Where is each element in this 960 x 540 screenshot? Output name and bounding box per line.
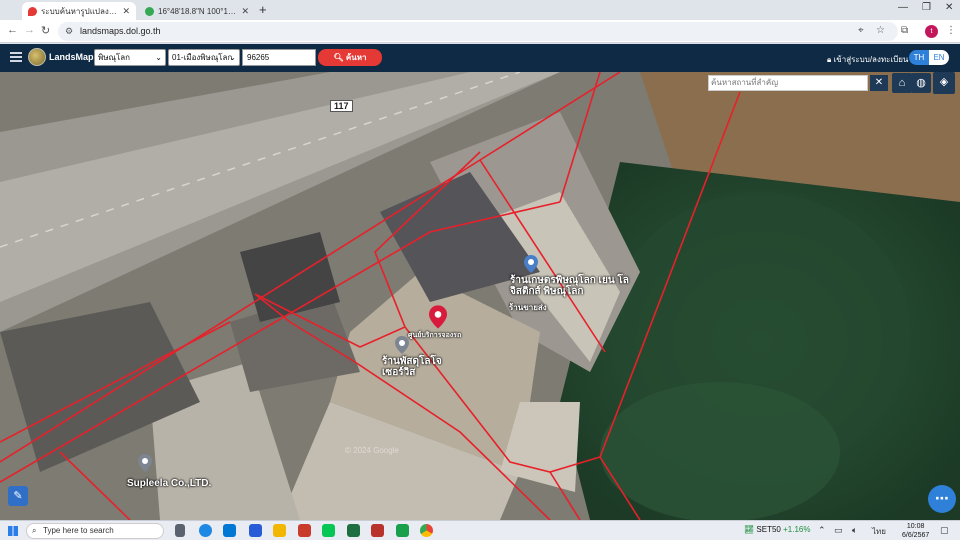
taskbar-search-placeholder: Type here to search bbox=[43, 526, 114, 535]
input-language[interactable]: ไทย bbox=[872, 525, 886, 538]
back-icon[interactable]: ← bbox=[7, 24, 18, 36]
store-icon[interactable] bbox=[223, 524, 236, 537]
map-pin-favicon-icon bbox=[28, 6, 37, 16]
clock-time: 10:08 bbox=[906, 523, 925, 530]
stock-name: SET50 bbox=[756, 525, 781, 534]
login-link[interactable]: 🔒︎ เข้าสู่ระบบ/ลงทะเบียน bbox=[827, 53, 908, 66]
lang-th-button[interactable]: TH bbox=[909, 50, 929, 65]
media-icon[interactable] bbox=[298, 524, 311, 537]
poi-label-parcel-service[interactable]: ร้านพัสดุโลโจเซอร์วิส bbox=[382, 356, 452, 378]
chevron-down-icon: ⌄ bbox=[229, 53, 236, 62]
login-label: เข้าสู่ระบบ/ลงทะเบียน bbox=[833, 55, 909, 64]
chrome-icon[interactable] bbox=[420, 524, 433, 537]
os-taskbar: ⌕ Type here to search 📈︎ SET50 +1.16% ⌃ … bbox=[0, 520, 960, 540]
hamburger-menu-icon[interactable] bbox=[10, 52, 22, 62]
search-icon: ⌕ bbox=[32, 526, 37, 535]
district-select[interactable]: 01-เมืองพิษณุโลก ⌄ bbox=[168, 49, 240, 66]
taskbar-search-input[interactable]: ⌕ Type here to search bbox=[26, 523, 164, 539]
pdf-reader-icon[interactable] bbox=[371, 524, 384, 537]
home-icon[interactable]: ⌂ bbox=[892, 73, 912, 93]
edge-icon[interactable] bbox=[199, 524, 212, 537]
mail-icon[interactable] bbox=[249, 524, 262, 537]
globe-icon[interactable]: ◍ bbox=[911, 73, 931, 93]
maximize-icon[interactable]: ❐ bbox=[922, 2, 931, 13]
tab-landsmaps[interactable]: ระบบค้นหารูปแปลงที่ดิน (LandsMaps) ✕ bbox=[22, 2, 136, 20]
system-clock[interactable]: 10:08 6/6/2567 bbox=[902, 522, 929, 540]
stock-widget[interactable]: 📈︎ SET50 +1.16% bbox=[744, 525, 810, 534]
poi-label-supleela[interactable]: Supleela Co.,LTD. bbox=[127, 478, 211, 489]
clock-date: 6/6/2567 bbox=[902, 532, 930, 539]
lang-en-button[interactable]: EN bbox=[929, 50, 949, 65]
shop-pin-icon[interactable] bbox=[524, 255, 538, 273]
stock-change: +1.16% bbox=[783, 525, 811, 534]
network-icon[interactable]: ▭ bbox=[834, 525, 843, 536]
province-select[interactable]: พิษณุโลก ⌄ bbox=[94, 49, 166, 66]
tab-google-maps[interactable]: 16°48'18.8"N 100°13'13.9"E - Google Maps… bbox=[139, 2, 255, 20]
bookmark-star-icon[interactable]: ☆ bbox=[876, 25, 885, 36]
close-window-icon[interactable]: ✕ bbox=[945, 2, 953, 13]
volume-icon[interactable]: 🔈︎ bbox=[852, 525, 857, 536]
search-icon: 🔍︎ bbox=[333, 53, 344, 62]
site-info-icon[interactable]: ⚙ bbox=[65, 22, 73, 41]
map-watermark: © 2024 Google bbox=[345, 446, 399, 455]
poi-pin-icon[interactable] bbox=[138, 454, 152, 472]
browser-menu-icon[interactable]: ⋮ bbox=[946, 25, 956, 36]
satellite-imagery bbox=[0, 72, 960, 520]
task-view-icon[interactable] bbox=[175, 524, 185, 537]
chart-up-icon: 📈︎ bbox=[744, 525, 755, 534]
url-field[interactable]: ⚙ landsmaps.dol.go.th bbox=[58, 22, 898, 41]
location-icon[interactable]: ⌖ bbox=[858, 25, 864, 36]
parcel-number-input[interactable]: 96265 bbox=[242, 49, 316, 66]
address-bar-row: ← → ↻ ⚙ landsmaps.dol.go.th ⌖ ☆ ⧉ ⋮ bbox=[0, 20, 960, 43]
chat-icon[interactable]: ⋯ bbox=[928, 485, 956, 513]
google-maps-favicon-icon bbox=[145, 6, 154, 16]
road-number-badge: 117 bbox=[330, 100, 353, 112]
url-text: landsmaps.dol.go.th bbox=[80, 26, 161, 36]
excel-icon[interactable] bbox=[347, 524, 360, 537]
line-app-icon[interactable] bbox=[322, 524, 335, 537]
reload-icon[interactable]: ↻ bbox=[41, 24, 50, 37]
lock-icon: 🔒︎ bbox=[827, 55, 832, 64]
satellite-map[interactable]: ค้นหาสถานที่สำคัญ ✕ ⌂ ◍ ◈ 117 ร้านเกษตรพ… bbox=[0, 72, 960, 520]
measure-tools-icon[interactable]: ✎ bbox=[8, 486, 28, 506]
district-value: 01-เมืองพิษณุโลก bbox=[172, 53, 233, 62]
browser-tab-bar: ระบบค้นหารูปแปลงที่ดิน (LandsMaps) ✕ 16°… bbox=[0, 0, 960, 20]
app-icon[interactable] bbox=[396, 524, 409, 537]
landsmaps-logo bbox=[28, 48, 46, 66]
poi-pin-icon[interactable] bbox=[395, 336, 409, 354]
windows-start-icon[interactable] bbox=[8, 526, 18, 536]
tab-title: 16°48'18.8"N 100°13'13.9"E - Google Maps bbox=[158, 6, 237, 16]
layers-icon[interactable]: ◈ bbox=[933, 72, 955, 94]
poi-label-booking-center[interactable]: ศูนย์บริการจองรถ bbox=[408, 330, 461, 341]
close-tab-icon[interactable]: ✕ bbox=[122, 6, 130, 17]
app-header: LandsMaps พิษณุโลก ⌄ 01-เมืองพิษณุโลก ⌄ … bbox=[0, 44, 960, 72]
profile-avatar[interactable]: t bbox=[925, 25, 938, 38]
notification-icon[interactable]: ▢ bbox=[940, 525, 949, 536]
app-name: LandsMaps bbox=[49, 52, 99, 62]
forward-icon[interactable]: → bbox=[24, 24, 35, 36]
chevron-down-icon: ⌄ bbox=[155, 53, 162, 62]
extensions-icon[interactable]: ⧉ bbox=[901, 25, 908, 36]
poi-label-wholesale[interactable]: ร้านขายส่ง bbox=[509, 302, 547, 313]
chevron-up-icon[interactable]: ⌃ bbox=[818, 525, 826, 536]
file-explorer-icon[interactable] bbox=[273, 524, 286, 537]
close-tab-icon[interactable]: ✕ bbox=[241, 6, 249, 17]
search-button[interactable]: 🔍︎ ค้นหา bbox=[318, 49, 382, 66]
minimize-icon[interactable]: — bbox=[898, 2, 908, 13]
close-icon[interactable]: ✕ bbox=[870, 75, 888, 91]
search-button-label: ค้นหา bbox=[345, 53, 367, 62]
new-tab-button[interactable]: + bbox=[259, 3, 267, 17]
tab-title: ระบบค้นหารูปแปลงที่ดิน (LandsMaps) bbox=[41, 6, 119, 16]
place-search-input[interactable]: ค้นหาสถานที่สำคัญ bbox=[708, 75, 868, 91]
poi-label-shop[interactable]: ร้านเกษตรพิษณุโลก เยน โลจิสติกส์ พิษณุโล… bbox=[510, 275, 630, 297]
selected-parcel-pin-icon[interactable] bbox=[429, 305, 447, 329]
province-value: พิษณุโลก bbox=[98, 53, 131, 62]
